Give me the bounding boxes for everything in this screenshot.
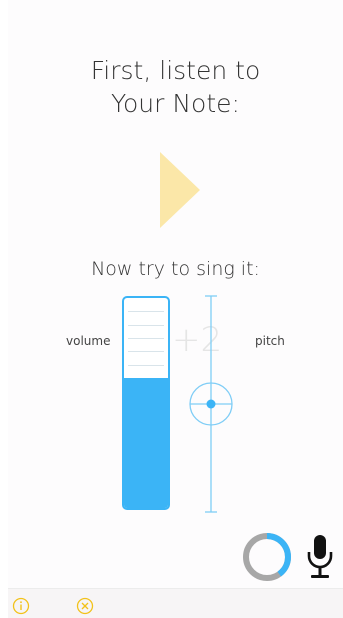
volume-tick [128,364,164,366]
sing-instruction: Now try to sing it: [91,258,260,280]
microphone-button[interactable] [306,534,334,580]
page-title: First, listen to Your Note: [8,54,343,120]
volume-tick [128,351,164,353]
volume-tick [128,324,164,326]
volume-tick [128,337,164,339]
title-line-2: Your Note: [111,89,240,118]
play-note-button[interactable] [160,152,200,228]
app-screen: First, listen to Your Note: Now try to s… [8,0,343,618]
volume-level-fill [124,377,168,508]
bottom-toolbar [8,588,343,618]
info-button[interactable] [12,597,30,615]
close-circle-icon [76,597,94,615]
volume-label: volume [66,334,111,348]
pitch-indicator [188,294,234,514]
info-icon [12,597,30,615]
play-triangle-icon [160,152,200,228]
progress-ring [242,532,292,582]
pitch-label: pitch [255,334,285,348]
microphone-icon [307,535,333,578]
volume-tick [128,311,164,313]
title-line-1: First, listen to [90,56,261,85]
close-button[interactable] [76,597,94,615]
volume-meter [122,296,170,510]
